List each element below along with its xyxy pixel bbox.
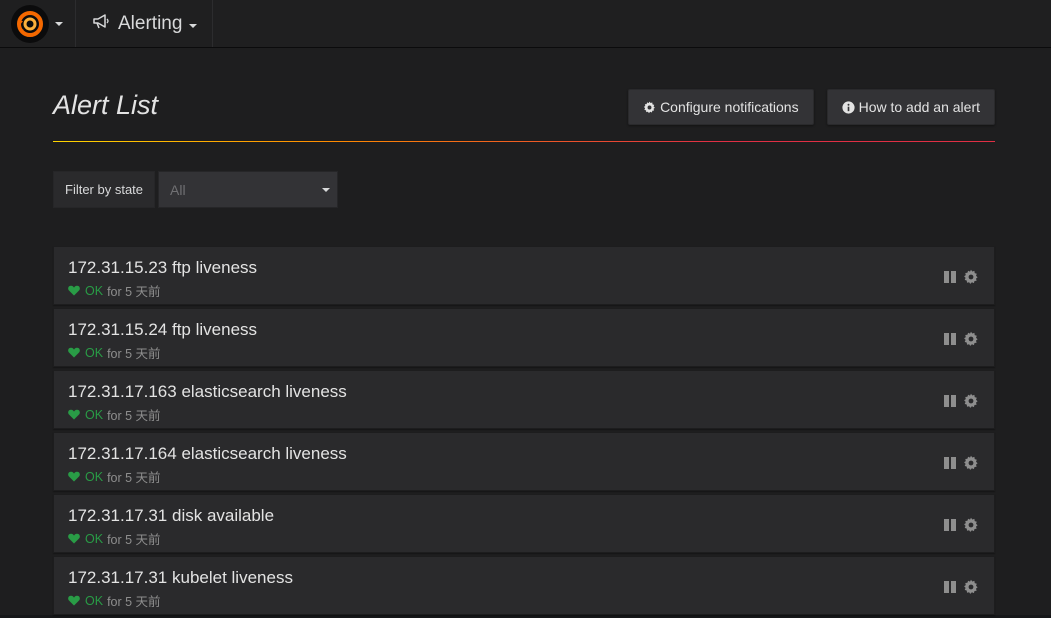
heart-icon (68, 285, 80, 296)
alert-state-duration: for 5 天前 (107, 591, 161, 610)
gear-icon[interactable] (963, 393, 979, 414)
alert-name[interactable]: 172.31.17.164 elasticsearch liveness (68, 444, 347, 464)
configure-notifications-button[interactable]: Configure notifications (628, 89, 814, 125)
megaphone-icon (91, 11, 111, 37)
alert-state-duration: for 5 天前 (107, 467, 161, 486)
heart-icon (68, 533, 80, 544)
alert-state-duration: for 5 天前 (107, 343, 161, 362)
heart-icon (68, 409, 80, 420)
header-divider (53, 141, 995, 142)
how-to-add-alert-button[interactable]: How to add an alert (827, 89, 995, 125)
pause-icon[interactable] (943, 580, 957, 599)
alert-state-text: OK (85, 346, 103, 360)
info-circle-icon (842, 101, 855, 114)
pause-icon[interactable] (943, 394, 957, 413)
page-header: Alert List Configure notifications Ho (53, 48, 995, 142)
alert-state-duration: for 5 天前 (107, 529, 161, 548)
state-filter: Filter by state All (53, 171, 338, 208)
state-filter-select[interactable]: All (158, 171, 338, 208)
alert-name[interactable]: 172.31.17.163 elasticsearch liveness (68, 382, 347, 402)
alert-state: OK for 5 天前 (68, 591, 161, 610)
chevron-down-icon (55, 22, 63, 26)
state-filter-value: All (170, 182, 186, 198)
heart-icon (68, 471, 80, 482)
alert-state-text: OK (85, 408, 103, 422)
gear-icon[interactable] (963, 579, 979, 600)
alert-list-item[interactable]: 172.31.15.24 ftp liveness OK for 5 天前 (53, 308, 995, 367)
configure-notifications-label: Configure notifications (660, 99, 799, 115)
alert-name[interactable]: 172.31.17.31 disk available (68, 506, 274, 526)
section-dropdown[interactable]: Alerting (76, 0, 213, 47)
alert-state-duration: for 5 天前 (107, 281, 161, 300)
alert-state: OK for 5 天前 (68, 405, 161, 424)
pause-icon[interactable] (943, 270, 957, 289)
gear-icon[interactable] (963, 517, 979, 538)
alert-list: 172.31.15.23 ftp liveness OK for 5 天前 (53, 246, 995, 618)
alert-state: OK for 5 天前 (68, 529, 161, 548)
alert-name[interactable]: 172.31.15.24 ftp liveness (68, 320, 257, 340)
alert-state-duration: for 5 天前 (107, 405, 161, 424)
alert-list-item[interactable]: 172.31.17.163 elasticsearch liveness OK … (53, 370, 995, 429)
alert-name[interactable]: 172.31.17.31 kubelet liveness (68, 568, 293, 588)
page-title: Alert List (53, 90, 158, 121)
alert-state-text: OK (85, 284, 103, 298)
gear-icon[interactable] (963, 455, 979, 476)
heart-icon (68, 595, 80, 606)
pause-icon[interactable] (943, 518, 957, 537)
pause-icon[interactable] (943, 332, 957, 351)
alert-state-text: OK (85, 470, 103, 484)
alert-name[interactable]: 172.31.15.23 ftp liveness (68, 258, 257, 278)
alert-list-item[interactable]: 172.31.17.31 disk available OK for 5 天前 (53, 494, 995, 553)
chevron-down-icon (322, 188, 330, 192)
page-content: Alert List Configure notifications Ho (0, 48, 1051, 615)
pause-icon[interactable] (943, 456, 957, 475)
how-to-add-alert-label: How to add an alert (859, 99, 980, 115)
filter-label: Filter by state (53, 171, 155, 208)
alert-list-item[interactable]: 172.31.17.164 elasticsearch liveness OK … (53, 432, 995, 491)
alert-state: OK for 5 天前 (68, 467, 161, 486)
alert-list-item[interactable]: 172.31.17.31 kubelet liveness OK for 5 天… (53, 556, 995, 615)
section-title: Alerting (118, 13, 182, 35)
top-navbar: Alerting (0, 0, 1051, 48)
grafana-menu-button[interactable] (0, 0, 76, 47)
alert-list-item[interactable]: 172.31.15.23 ftp liveness OK for 5 天前 (53, 246, 995, 305)
grafana-logo-icon (11, 5, 49, 43)
heart-icon (68, 347, 80, 358)
gear-icon[interactable] (963, 269, 979, 290)
chevron-down-icon (189, 24, 197, 28)
alert-state-text: OK (85, 532, 103, 546)
alert-state-text: OK (85, 594, 103, 608)
alert-state: OK for 5 天前 (68, 281, 161, 300)
gear-icon (643, 101, 656, 114)
gear-icon[interactable] (963, 331, 979, 352)
alert-state: OK for 5 天前 (68, 343, 161, 362)
